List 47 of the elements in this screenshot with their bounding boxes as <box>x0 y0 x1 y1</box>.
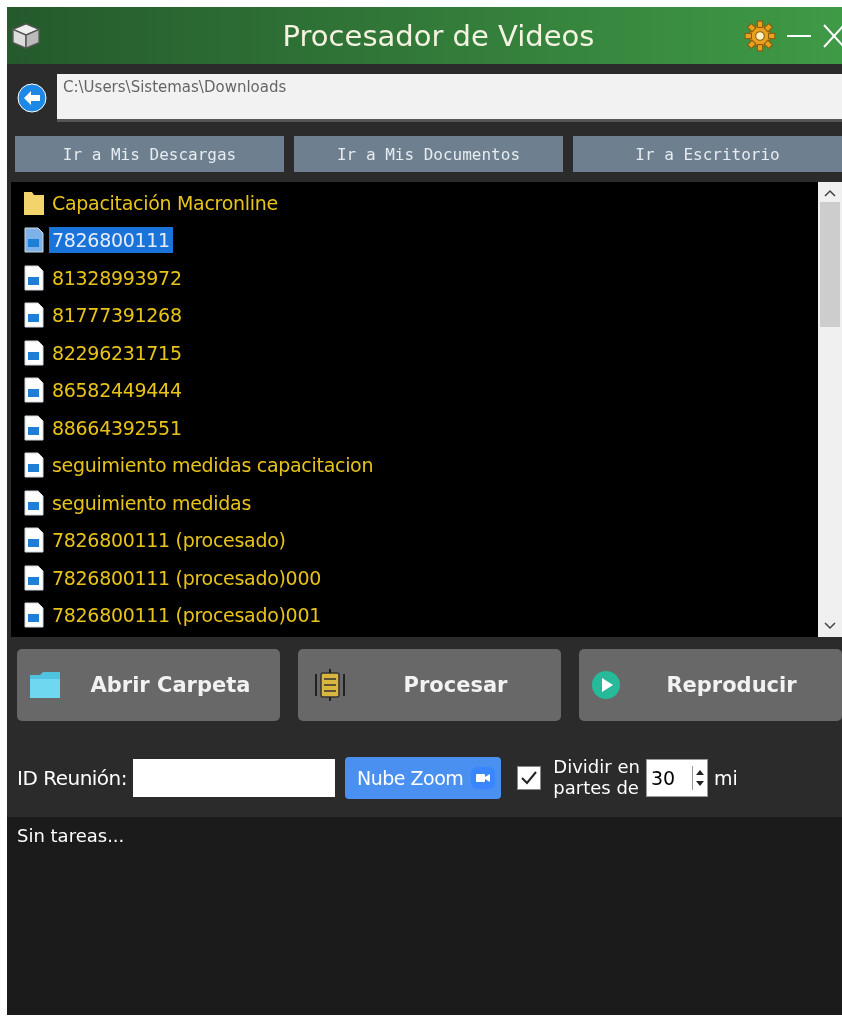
file-name[interactable]: seguimiento medidas capacitacion <box>49 452 377 479</box>
settings-icon[interactable] <box>744 19 776 52</box>
file-icon <box>23 264 45 291</box>
file-name[interactable]: 7826800111 (procesado)000 <box>49 564 324 591</box>
scrollbar[interactable] <box>818 182 842 637</box>
play-icon <box>591 670 621 700</box>
minutes-spinner[interactable]: 30 <box>645 759 708 797</box>
action-button[interactable]: Reproducir <box>579 649 842 721</box>
window-title: Procesador de Videos <box>281 18 596 53</box>
file-name[interactable]: 81328993972 <box>49 264 185 291</box>
action-button[interactable]: Procesar <box>298 649 561 721</box>
scroll-down-icon[interactable] <box>823 621 837 631</box>
file-name[interactable]: 81777391268 <box>49 302 185 329</box>
folder-icon <box>23 189 45 216</box>
action-button[interactable]: Abrir Carpeta <box>17 649 280 721</box>
file-name[interactable]: seguimiento medidas <box>49 489 255 516</box>
file-name[interactable]: 82296231715 <box>49 339 185 366</box>
file-name[interactable]: 7826800111 (procesado) <box>49 527 289 554</box>
file-icon <box>23 339 45 366</box>
split-label: Dividir en partes de <box>553 757 640 799</box>
close-icon[interactable] <box>822 22 842 49</box>
minutes-label: mi <box>713 767 738 789</box>
split-checkbox[interactable] <box>517 766 542 790</box>
file-icon <box>23 489 45 516</box>
file-name[interactable]: Capacitación Macronline <box>49 189 281 216</box>
file-icon <box>23 377 45 404</box>
back-icon[interactable] <box>17 83 47 113</box>
file-name[interactable]: 7826800111 (procesado)001 <box>49 602 324 629</box>
file-icon <box>23 452 45 479</box>
file-name[interactable]: 88664392551 <box>49 414 185 441</box>
file-icon <box>23 414 45 441</box>
file-icon <box>23 227 45 254</box>
file-name[interactable]: 86582449444 <box>49 377 185 404</box>
file-icon <box>23 302 45 329</box>
status-text: Sin tareas... <box>17 825 125 846</box>
meeting-id-field[interactable] <box>133 759 336 797</box>
file-name[interactable]: 7826800111 <box>49 227 173 254</box>
scroll-thumb[interactable] <box>820 202 840 327</box>
path-field[interactable]: C:\Users\Sistemas\Downloads <box>57 74 842 122</box>
video-camera-icon <box>471 767 496 789</box>
scroll-up-icon[interactable] <box>823 188 837 198</box>
meeting-id-label: ID Reunión: <box>17 766 128 790</box>
file-icon <box>23 527 45 554</box>
file-icon <box>23 602 45 629</box>
file-icon <box>23 564 45 591</box>
folder-icon <box>29 671 61 699</box>
box-icon <box>9 21 43 50</box>
